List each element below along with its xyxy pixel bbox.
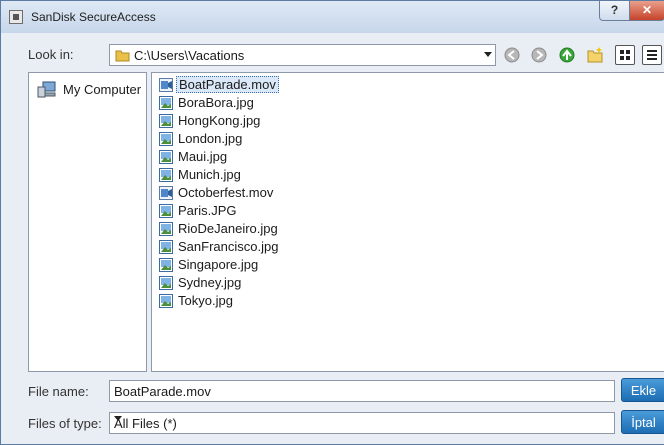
image-file-icon [159,168,173,182]
look-in-path: C:\Users\Vacations [134,48,245,63]
file-name-text: Singapore.jpg [178,257,259,272]
file-name-text: London.jpg [178,131,243,146]
up-folder-icon[interactable] [559,47,575,63]
chevron-down-icon [484,52,492,57]
file-name-text: Paris.JPG [178,203,237,218]
file-name-input[interactable]: BoatParade.mov [109,380,615,402]
file-dialog-window: SanDisk SecureAccess ? ✕ Look in: C:\Use… [0,0,664,445]
file-type-dropdown[interactable]: All Files (*) [109,412,615,434]
file-name-value: BoatParade.mov [114,384,211,399]
file-list-item[interactable]: Octoberfest.mov [157,184,417,202]
image-file-icon [159,276,173,290]
file-list: BoatParade.mov BoraBora.jpg HongKong.jpg Lo… [151,72,664,372]
file-list-item[interactable]: Sydney.jpg [157,274,417,292]
app-icon [9,10,23,24]
details-view-button[interactable] [642,45,662,65]
back-icon[interactable] [504,47,520,63]
new-folder-icon[interactable] [587,47,603,63]
image-file-icon [159,204,173,218]
file-name-text: RioDeJaneiro.jpg [178,221,278,236]
grid-icon [620,50,630,60]
file-name-text: Sydney.jpg [178,275,242,290]
details-icon [647,50,657,60]
image-file-icon [159,150,173,164]
image-file-icon [159,114,173,128]
video-file-icon [159,78,173,92]
folder-icon [115,50,130,62]
help-button[interactable]: ? [599,1,630,21]
sidebar-item-label: My Computer [63,82,142,97]
image-file-icon [159,240,173,254]
window-title: SanDisk SecureAccess [31,10,156,24]
file-name-text: Munich.jpg [178,167,241,182]
file-list-item[interactable]: SanFrancisco.jpg [157,238,417,256]
close-button[interactable]: ✕ [629,1,664,21]
file-type-label: Files of type: [28,416,102,431]
file-list-item[interactable]: London.jpg [157,130,417,148]
file-name-text: HongKong.jpg [178,113,261,128]
file-name-text: SanFrancisco.jpg [178,239,279,254]
file-list-item[interactable]: Paris.JPG [157,202,417,220]
file-list-item[interactable]: BoraBora.jpg [157,94,417,112]
file-list-item[interactable]: BoatParade.mov [157,76,417,94]
file-list-item[interactable]: Tokyo.jpg [157,292,417,310]
look-in-label: Look in: [28,47,74,62]
file-name-text: Maui.jpg [178,149,228,164]
file-name-text: BoraBora.jpg [178,95,254,110]
image-file-icon [159,96,173,110]
file-name-text: Tokyo.jpg [178,293,233,308]
computer-icon [37,81,56,98]
image-file-icon [159,294,173,308]
image-file-icon [159,258,173,272]
add-button[interactable]: Ekle [621,378,664,402]
file-name-text: BoatParade.mov [176,76,279,93]
cancel-button[interactable]: İptal [621,410,664,434]
image-file-icon [159,222,173,236]
sidebar-item-my-computer[interactable]: My Computer [37,81,145,101]
image-file-icon [159,132,173,146]
video-file-icon [159,186,173,200]
file-list-item[interactable]: RioDeJaneiro.jpg [157,220,417,238]
title-bar: SanDisk SecureAccess ? ✕ [1,1,664,33]
look-in-dropdown[interactable]: C:\Users\Vacations [109,44,496,66]
list-view-button[interactable] [615,45,635,65]
chevron-down-icon [114,416,122,421]
file-name-label: File name: [28,384,89,399]
places-sidebar: My Computer [28,72,147,372]
file-name-text: Octoberfest.mov [178,185,274,200]
forward-icon[interactable] [531,47,547,63]
file-list-item[interactable]: Singapore.jpg [157,256,417,274]
file-type-value: All Files (*) [114,416,177,431]
file-list-item[interactable]: Maui.jpg [157,148,417,166]
file-list-item[interactable]: Munich.jpg [157,166,417,184]
file-list-item[interactable]: HongKong.jpg [157,112,417,130]
